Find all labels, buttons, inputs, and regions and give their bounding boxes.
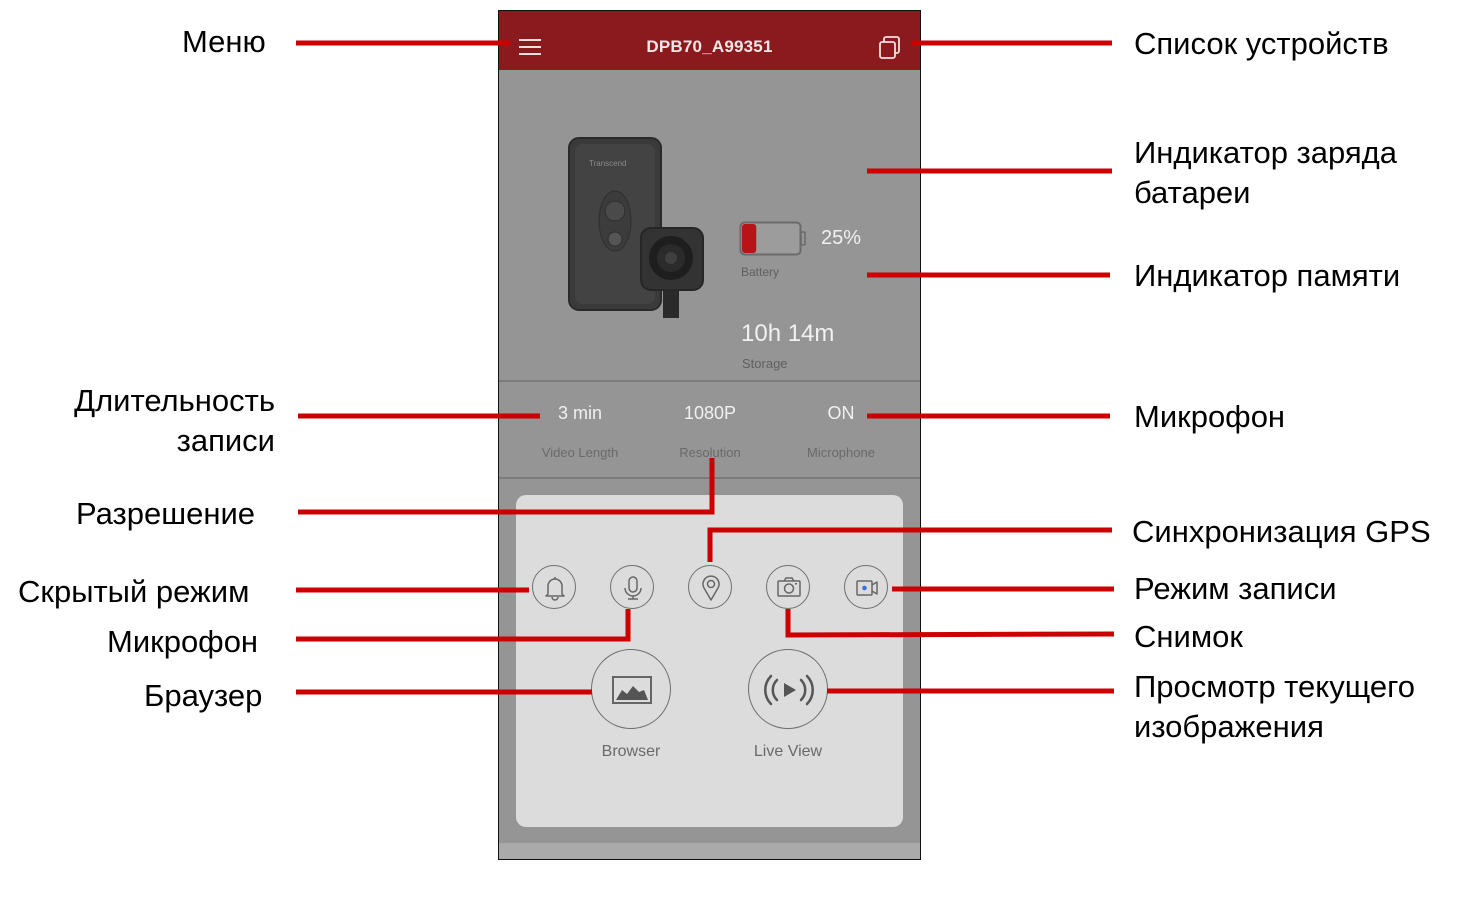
- gps-sync-button[interactable]: [688, 565, 732, 609]
- device-list-button[interactable]: [872, 31, 906, 65]
- annotation-live-view: Просмотр текущего изображения: [1134, 667, 1415, 747]
- top-bar: DPB70_A99351: [499, 11, 920, 70]
- battery-percentage: 25%: [821, 227, 862, 249]
- microphone-icon: [624, 576, 642, 600]
- annotation-microphone-right: Микрофон: [1134, 399, 1286, 434]
- annotation-video-length-line1: Длительность: [74, 383, 275, 418]
- browser-button[interactable]: [591, 649, 671, 729]
- microphone-value: ON: [827, 403, 855, 423]
- annotation-video-length-line2: записи: [176, 423, 275, 458]
- live-view-button[interactable]: [748, 649, 828, 729]
- body-camera-image: Transcend: [568, 137, 704, 318]
- annotation-resolution: Разрешение: [76, 496, 256, 531]
- image-gallery-icon: [612, 676, 652, 704]
- annotation-live-view-line1: Просмотр текущего: [1134, 669, 1415, 704]
- live-broadcast-icon: [764, 674, 814, 706]
- live-view-label: Live View: [753, 743, 823, 760]
- controls-panel: Browser Live View: [516, 495, 903, 827]
- annotation-browser: Браузер: [144, 678, 263, 713]
- annotation-device-list: Список устройств: [1134, 26, 1389, 61]
- stealth-mode-button[interactable]: [532, 565, 576, 609]
- settings-summary: 3 min Video Length 1080P Resolution ON M…: [499, 393, 920, 489]
- annotation-storage: Индикатор памяти: [1134, 258, 1401, 293]
- annotation-battery-line2: батареи: [1134, 175, 1251, 210]
- battery-fill: [742, 224, 757, 253]
- resolution-value: 1080P: [683, 403, 737, 423]
- annotation-record-mode: Режим записи: [1134, 571, 1337, 606]
- browser-label: Browser: [601, 743, 661, 760]
- resolution-label: Resolution: [679, 445, 741, 460]
- annotation-battery: Индикатор заряда батареи: [1134, 133, 1397, 213]
- bell-icon: [545, 577, 565, 601]
- annotation-stealth-mode: Скрытый режим: [18, 574, 250, 609]
- storage-remaining: 10h 14m: [741, 320, 835, 347]
- annotation-snapshot: Снимок: [1134, 619, 1243, 654]
- microphone-button[interactable]: [610, 565, 654, 609]
- battery-icon: [739, 221, 806, 256]
- svg-text:Transcend: Transcend: [589, 159, 627, 168]
- video-camera-icon: [856, 580, 878, 596]
- annotation-menu: Меню: [182, 24, 266, 59]
- snapshot-button[interactable]: [766, 565, 810, 609]
- microphone-label: Microphone: [807, 445, 875, 460]
- annotation-gps-sync: Синхронизация GPS: [1132, 514, 1431, 549]
- video-length-label: Video Length: [541, 445, 619, 460]
- video-length-value: 3 min: [557, 403, 602, 423]
- location-pin-icon: [702, 575, 720, 601]
- annotation-live-view-line2: изображения: [1134, 709, 1324, 744]
- battery-label: Battery: [741, 265, 780, 279]
- bottom-strip: [499, 843, 920, 859]
- device-name-title: DPB70_A99351: [646, 37, 773, 56]
- divider: [499, 477, 920, 479]
- device-status-section: Transcend 25% Battery 10h 14m Storage: [499, 70, 920, 380]
- app-screen: DPB70_A99351 Transcend 25% Battery 10h 1…: [498, 10, 921, 860]
- device-list-icon: [879, 36, 900, 59]
- divider: [499, 380, 920, 382]
- record-mode-button[interactable]: [844, 565, 888, 609]
- camera-icon: [777, 577, 801, 597]
- storage-label: Storage: [742, 356, 788, 371]
- annotation-video-length: Длительность записи: [74, 381, 275, 461]
- annotation-battery-line1: Индикатор заряда: [1134, 135, 1398, 170]
- annotation-microphone-left: Микрофон: [107, 624, 259, 659]
